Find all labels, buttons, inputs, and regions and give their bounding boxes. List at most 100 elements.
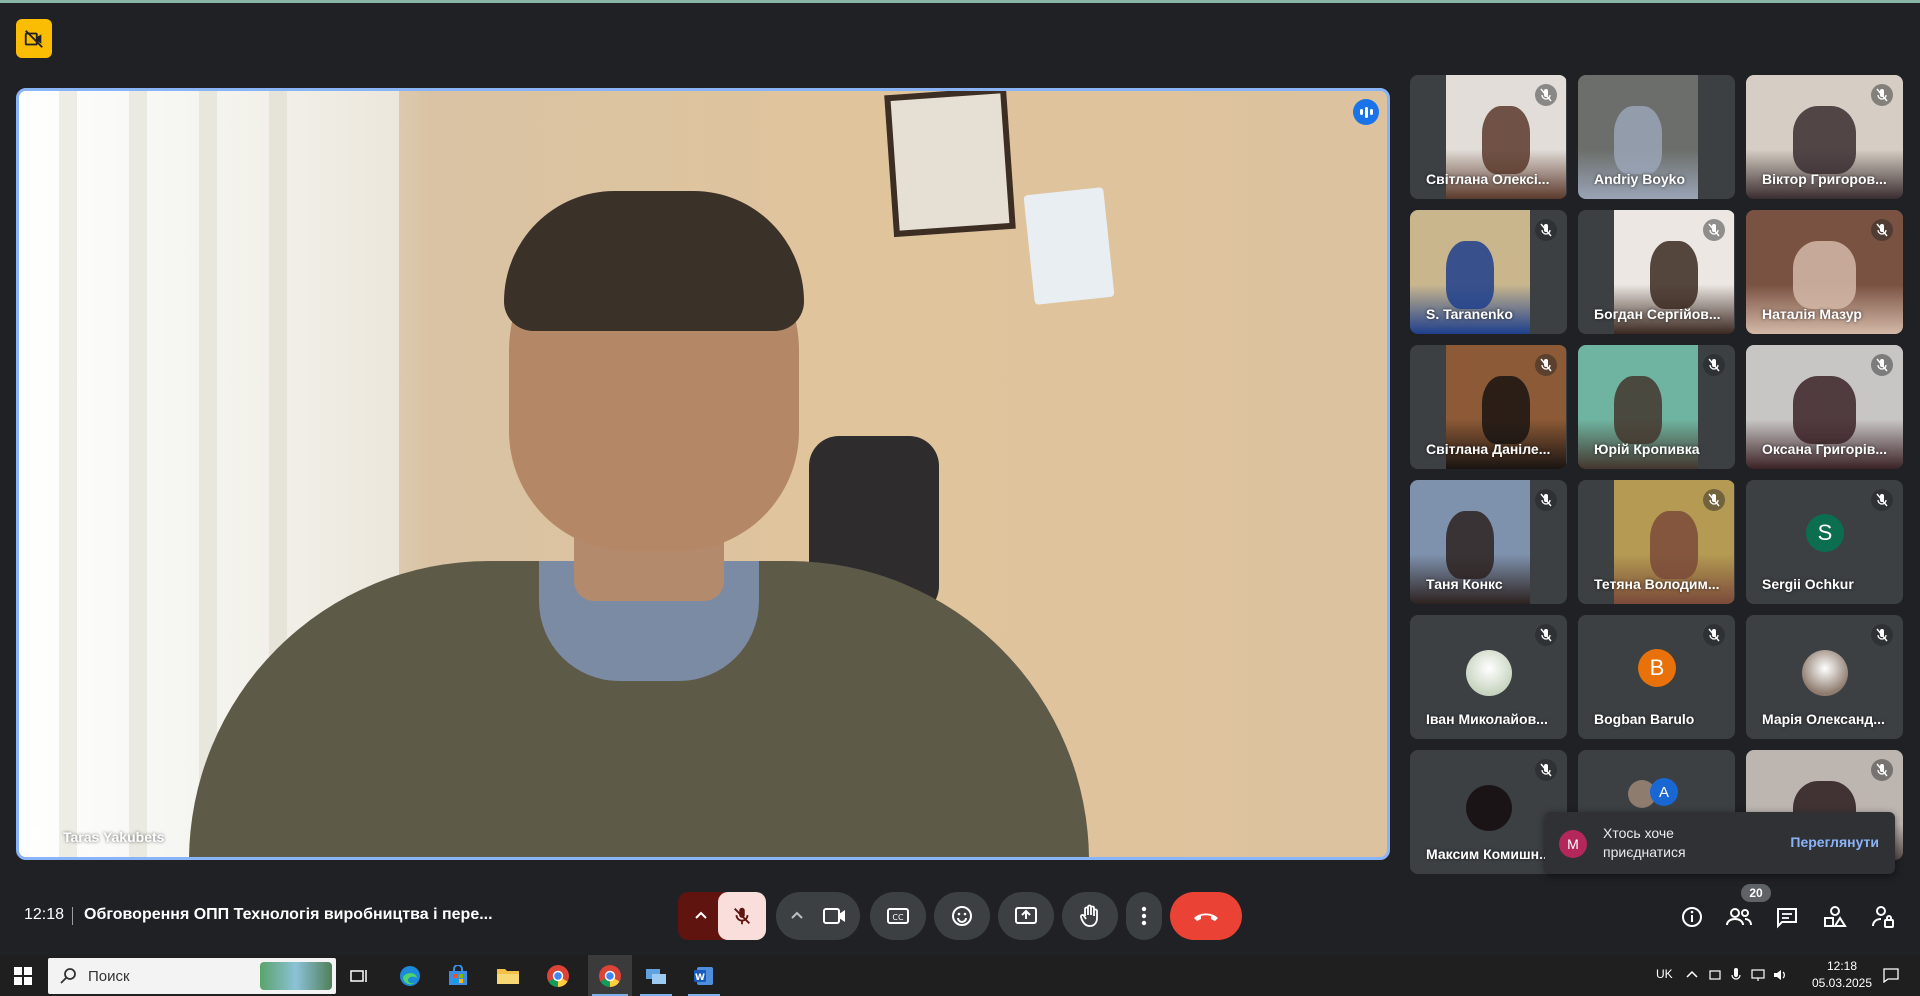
raise-hand-button[interactable] xyxy=(1062,892,1118,940)
participant-tile[interactable]: Andriy Boyko xyxy=(1578,75,1735,199)
participant-tile[interactable]: S Sergii Ochkur xyxy=(1746,480,1903,604)
chrome-profile-app[interactable] xyxy=(538,955,578,996)
participant-tile[interactable]: Світлана Даніле... xyxy=(1410,345,1567,469)
toast-avatar: M xyxy=(1559,830,1587,858)
participant-photo-avatar xyxy=(1466,785,1512,831)
leave-call-button[interactable] xyxy=(1170,892,1242,940)
chrome-app-active[interactable] xyxy=(588,955,632,996)
mic-off-icon xyxy=(1871,624,1893,646)
participant-name: Світлана Даніле... xyxy=(1426,441,1551,457)
captions-icon: CC xyxy=(887,908,909,924)
mic-off-icon xyxy=(1535,624,1557,646)
chrome-icon xyxy=(599,964,621,987)
participant-tile[interactable]: Таня Конкс xyxy=(1410,480,1567,604)
mic-off-icon xyxy=(1703,219,1725,241)
people-button[interactable] xyxy=(1724,902,1754,932)
participant-tile[interactable]: Юрій Кропивка xyxy=(1578,345,1735,469)
wall-frame xyxy=(884,91,1016,238)
folder-icon xyxy=(497,968,519,984)
divider xyxy=(72,907,73,925)
captions-button[interactable]: CC xyxy=(870,892,926,940)
edge-app[interactable] xyxy=(392,955,428,996)
speaker-hair xyxy=(504,191,804,331)
main-video-stage[interactable]: Taras Yakubets xyxy=(16,88,1390,860)
view-request-button[interactable]: Переглянути xyxy=(1790,834,1879,850)
taskbar-clock-time[interactable]: 12:18 xyxy=(1822,959,1862,973)
wall-badge xyxy=(1023,187,1115,305)
join-request-toast: M Хтось хоче приєднатися Переглянути xyxy=(1545,812,1895,874)
participant-tile[interactable]: Оксана Григорів... xyxy=(1746,345,1903,469)
microphone-icon[interactable] xyxy=(1730,967,1742,983)
chevron-up-icon[interactable] xyxy=(1686,969,1698,979)
participant-avatar: S xyxy=(1806,514,1844,552)
network-icon[interactable] xyxy=(1750,968,1766,982)
participant-tile[interactable]: Богдан Сергійов... xyxy=(1578,210,1735,334)
search-placeholder: Поиск xyxy=(88,968,130,985)
word-app[interactable]: W xyxy=(684,955,724,996)
participant-tile[interactable]: Іван Миколайов... xyxy=(1410,615,1567,739)
participant-figure xyxy=(1650,511,1698,580)
chrome-icon xyxy=(547,964,569,987)
chat-button[interactable] xyxy=(1772,902,1802,932)
participant-name: Світлана Олексі... xyxy=(1426,171,1550,187)
participant-tile[interactable]: Світлана Олексі... xyxy=(1410,75,1567,199)
file-explorer-app[interactable] xyxy=(488,955,528,996)
participant-name: S. Taranenko xyxy=(1426,306,1513,322)
mic-off-icon xyxy=(1535,759,1557,781)
participant-tile[interactable]: B Bogban Barulo xyxy=(1578,615,1735,739)
activities-button[interactable] xyxy=(1820,902,1850,932)
mic-off-icon xyxy=(1703,489,1725,511)
mic-off-icon xyxy=(1535,219,1557,241)
emoji-icon xyxy=(952,906,972,926)
participant-name: Оксана Григорів... xyxy=(1762,441,1888,457)
notifications-icon[interactable] xyxy=(1882,967,1900,983)
participant-name: Максим Комишн... xyxy=(1426,846,1551,862)
participant-count-badge: 20 xyxy=(1741,884,1771,902)
meeting-info-button[interactable] xyxy=(1677,902,1707,932)
volume-icon[interactable] xyxy=(1772,968,1788,982)
keyboard-language[interactable]: UK xyxy=(1656,967,1673,981)
participant-tile[interactable]: S. Taranenko xyxy=(1410,210,1567,334)
camera-icon[interactable] xyxy=(822,905,848,927)
chevron-up-icon[interactable] xyxy=(790,909,804,923)
participant-name: Sergii Ochkur xyxy=(1762,576,1854,592)
hand-icon xyxy=(1080,904,1098,927)
battery-icon[interactable] xyxy=(1708,968,1722,982)
participant-name: Наталія Мазур xyxy=(1762,306,1862,322)
svg-text:CC: CC xyxy=(892,913,904,922)
participant-tile[interactable]: Марія Олександ... xyxy=(1746,615,1903,739)
windows-taskbar: Поиск W UK 12:18 05.03.2025 xyxy=(0,955,1920,996)
host-controls-button[interactable] xyxy=(1868,902,1898,932)
meeting-time: 12:18 xyxy=(24,906,65,923)
mic-off-icon xyxy=(1535,354,1557,376)
participant-figure xyxy=(1793,241,1856,310)
mic-toggle-button[interactable] xyxy=(718,892,766,940)
participant-figure xyxy=(1793,376,1856,445)
start-button[interactable] xyxy=(0,955,46,996)
network-tool-app[interactable] xyxy=(636,955,676,996)
participant-tile[interactable]: Наталія Мазур xyxy=(1746,210,1903,334)
participant-tile[interactable]: Тетяна Володим... xyxy=(1578,480,1735,604)
mic-off-icon xyxy=(1871,759,1893,781)
reactions-button[interactable] xyxy=(934,892,990,940)
no-video-badge[interactable] xyxy=(16,19,52,58)
taskbar-clock-date[interactable]: 05.03.2025 xyxy=(1802,976,1882,990)
store-app[interactable] xyxy=(440,955,476,996)
more-vert-icon xyxy=(1141,906,1147,926)
chevron-up-icon[interactable] xyxy=(694,909,708,923)
people-icon xyxy=(1726,908,1752,926)
mic-off-icon xyxy=(1703,624,1725,646)
mic-off-icon xyxy=(1535,84,1557,106)
participant-figure xyxy=(1650,241,1698,310)
meeting-title: Обговорення ОПП Технологія виробництва і… xyxy=(84,906,493,923)
speaking-indicator-icon xyxy=(1353,99,1379,125)
task-view-button[interactable] xyxy=(344,955,374,996)
mic-off-icon xyxy=(1871,489,1893,511)
pin-icon[interactable] xyxy=(29,827,43,847)
participant-tile[interactable]: Віктор Григоров... xyxy=(1746,75,1903,199)
present-button[interactable] xyxy=(998,892,1054,940)
more-options-button[interactable] xyxy=(1126,892,1162,940)
taskbar-search-box[interactable]: Поиск xyxy=(48,958,336,994)
participant-tile[interactable]: Максим Комишн... xyxy=(1410,750,1567,874)
svg-text:W: W xyxy=(695,973,705,983)
